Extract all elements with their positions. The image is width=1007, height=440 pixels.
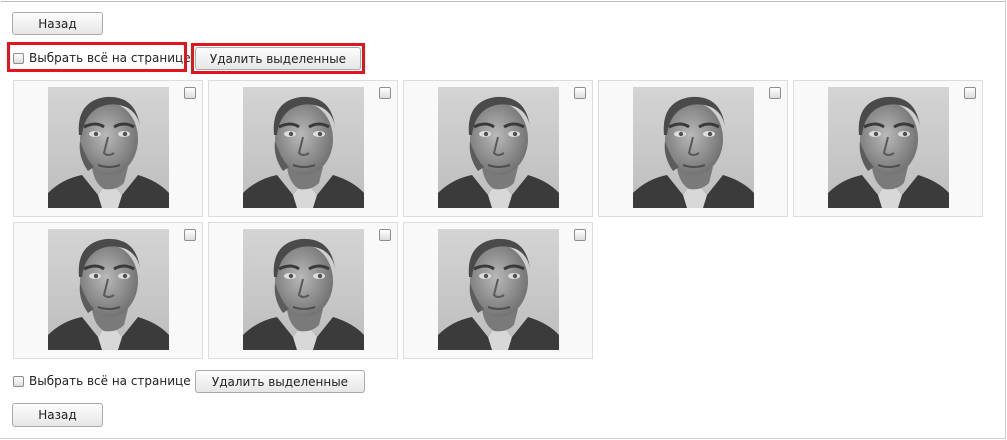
portrait-photo-icon[interactable]	[243, 229, 364, 350]
photo-tile[interactable]	[13, 80, 203, 217]
photo-tile[interactable]	[208, 80, 398, 217]
portrait-photo-icon[interactable]	[48, 87, 169, 208]
portrait-photo-icon[interactable]	[243, 87, 364, 208]
select-all-bottom[interactable]: Выбрать всё на странице	[13, 373, 191, 389]
photo-select-checkbox-icon[interactable]	[184, 87, 196, 99]
photo-select-checkbox-icon[interactable]	[379, 87, 391, 99]
portrait-photo-icon[interactable]	[48, 229, 169, 350]
photo-tile[interactable]	[403, 80, 593, 217]
portrait-photo-icon[interactable]	[438, 229, 559, 350]
select-all-label: Выбрать всё на странице	[29, 374, 191, 388]
photo-tile[interactable]	[793, 80, 983, 217]
select-all-checkbox-icon[interactable]	[13, 375, 24, 387]
highlight-select-all	[7, 42, 187, 72]
portrait-photo-icon[interactable]	[438, 87, 559, 208]
photo-tile[interactable]	[403, 222, 593, 359]
photo-tile[interactable]	[598, 80, 788, 217]
highlight-delete-selected	[191, 43, 365, 74]
portrait-photo-icon[interactable]	[633, 87, 754, 208]
photo-select-checkbox-icon[interactable]	[379, 229, 391, 241]
photo-select-checkbox-icon[interactable]	[184, 229, 196, 241]
photo-tile[interactable]	[13, 222, 203, 359]
photo-select-checkbox-icon[interactable]	[769, 87, 781, 99]
photo-tile[interactable]	[208, 222, 398, 359]
photo-select-checkbox-icon[interactable]	[574, 229, 586, 241]
top-divider	[1, 1, 1005, 2]
portrait-photo-icon[interactable]	[828, 87, 949, 208]
delete-selected-button-bottom[interactable]: Удалить выделенные	[195, 370, 365, 393]
photo-select-checkbox-icon[interactable]	[964, 87, 976, 99]
photo-select-checkbox-icon[interactable]	[574, 87, 586, 99]
back-button-bottom[interactable]: Назад	[12, 403, 103, 427]
back-button-top[interactable]: Назад	[12, 12, 103, 35]
